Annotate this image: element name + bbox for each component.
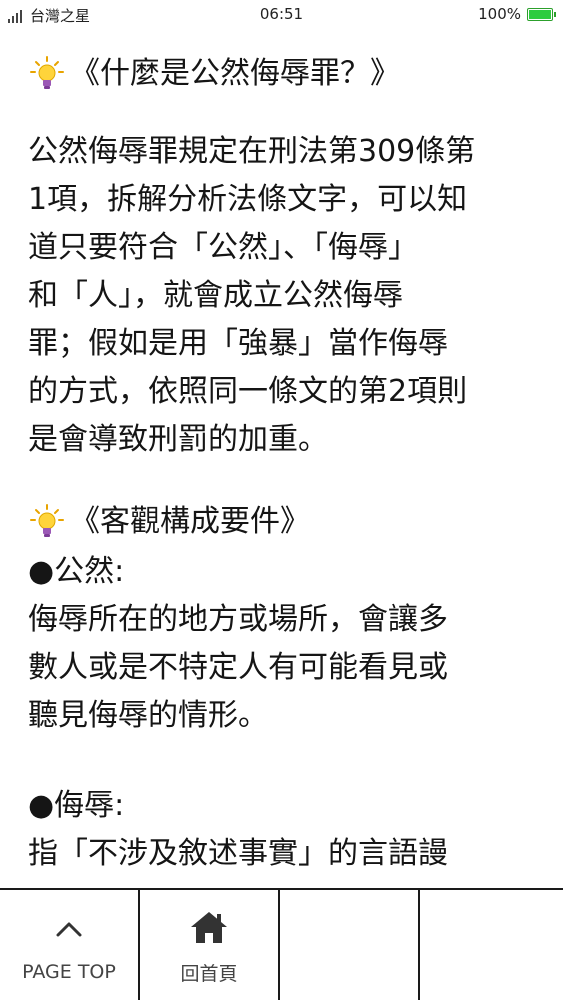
- section-title-2: 《客觀構成要件》: [70, 504, 310, 539]
- text-line: 和「人」，就會成立公然侮辱: [28, 278, 403, 313]
- lightbulb-icon: [30, 56, 64, 89]
- chevron-up-icon: [54, 907, 84, 951]
- article-content: 《什麼是公然侮辱罪？》 公然侮辱罪規定在刑法第309條第 1項，拆解分析法條文字…: [28, 48, 548, 878]
- section-heading-1: 《什麼是公然侮辱罪？》: [28, 48, 548, 100]
- bottom-nav: PAGE TOP 回首頁: [0, 888, 563, 1000]
- page-top-label: PAGE TOP: [22, 961, 116, 983]
- status-right: 100%: [478, 5, 556, 23]
- text-line: 的方式，依照同一條文的第2項則: [28, 374, 468, 409]
- text-line: 聽見侮辱的情形。: [28, 698, 268, 733]
- text-line: 道只要符合「公然」、「侮辱」: [28, 230, 418, 265]
- battery-percent: 100%: [478, 5, 521, 23]
- text-line: 罪；假如是用「強暴」當作侮辱: [28, 326, 448, 361]
- section-heading-2: 《客觀構成要件》: [28, 496, 548, 548]
- lightbulb-icon: [30, 504, 64, 537]
- section-title-1: 《什麼是公然侮辱罪？》: [70, 56, 400, 91]
- text-line: 指「不涉及敘述事實」的言語謾: [28, 836, 448, 871]
- text-line: 是會導致刑罰的加重。: [28, 422, 328, 457]
- paragraph-1: 公然侮辱罪規定在刑法第309條第 1項，拆解分析法條文字，可以知 道只要符合「公…: [28, 128, 548, 464]
- battery-charging-icon: [527, 7, 556, 21]
- home-icon: [189, 905, 229, 949]
- status-bar: 台灣之星 06:51 100%: [0, 0, 563, 30]
- page-top-button[interactable]: PAGE TOP: [0, 890, 140, 1000]
- home-button[interactable]: 回首頁: [140, 890, 280, 1000]
- home-label: 回首頁: [180, 962, 238, 985]
- text-line: 1項，拆解分析法條文字，可以知: [28, 182, 468, 217]
- text-line: 數人或是不特定人有可能看見或: [28, 650, 448, 685]
- item-label-public: ●公然:: [28, 554, 125, 589]
- nav-empty-slot: [280, 890, 420, 1000]
- text-line: 侮辱所在的地方或場所，會讓多: [28, 602, 448, 637]
- paragraph-public: ●公然: 侮辱所在的地方或場所，會讓多 數人或是不特定人有可能看見或 聽見侮辱的…: [28, 548, 548, 740]
- paragraph-insult: ●侮辱: 指「不涉及敘述事實」的言語謾: [28, 782, 548, 878]
- item-label-insult: ●侮辱:: [28, 788, 125, 823]
- text-line: 公然侮辱罪規定在刑法第309條第: [28, 134, 476, 169]
